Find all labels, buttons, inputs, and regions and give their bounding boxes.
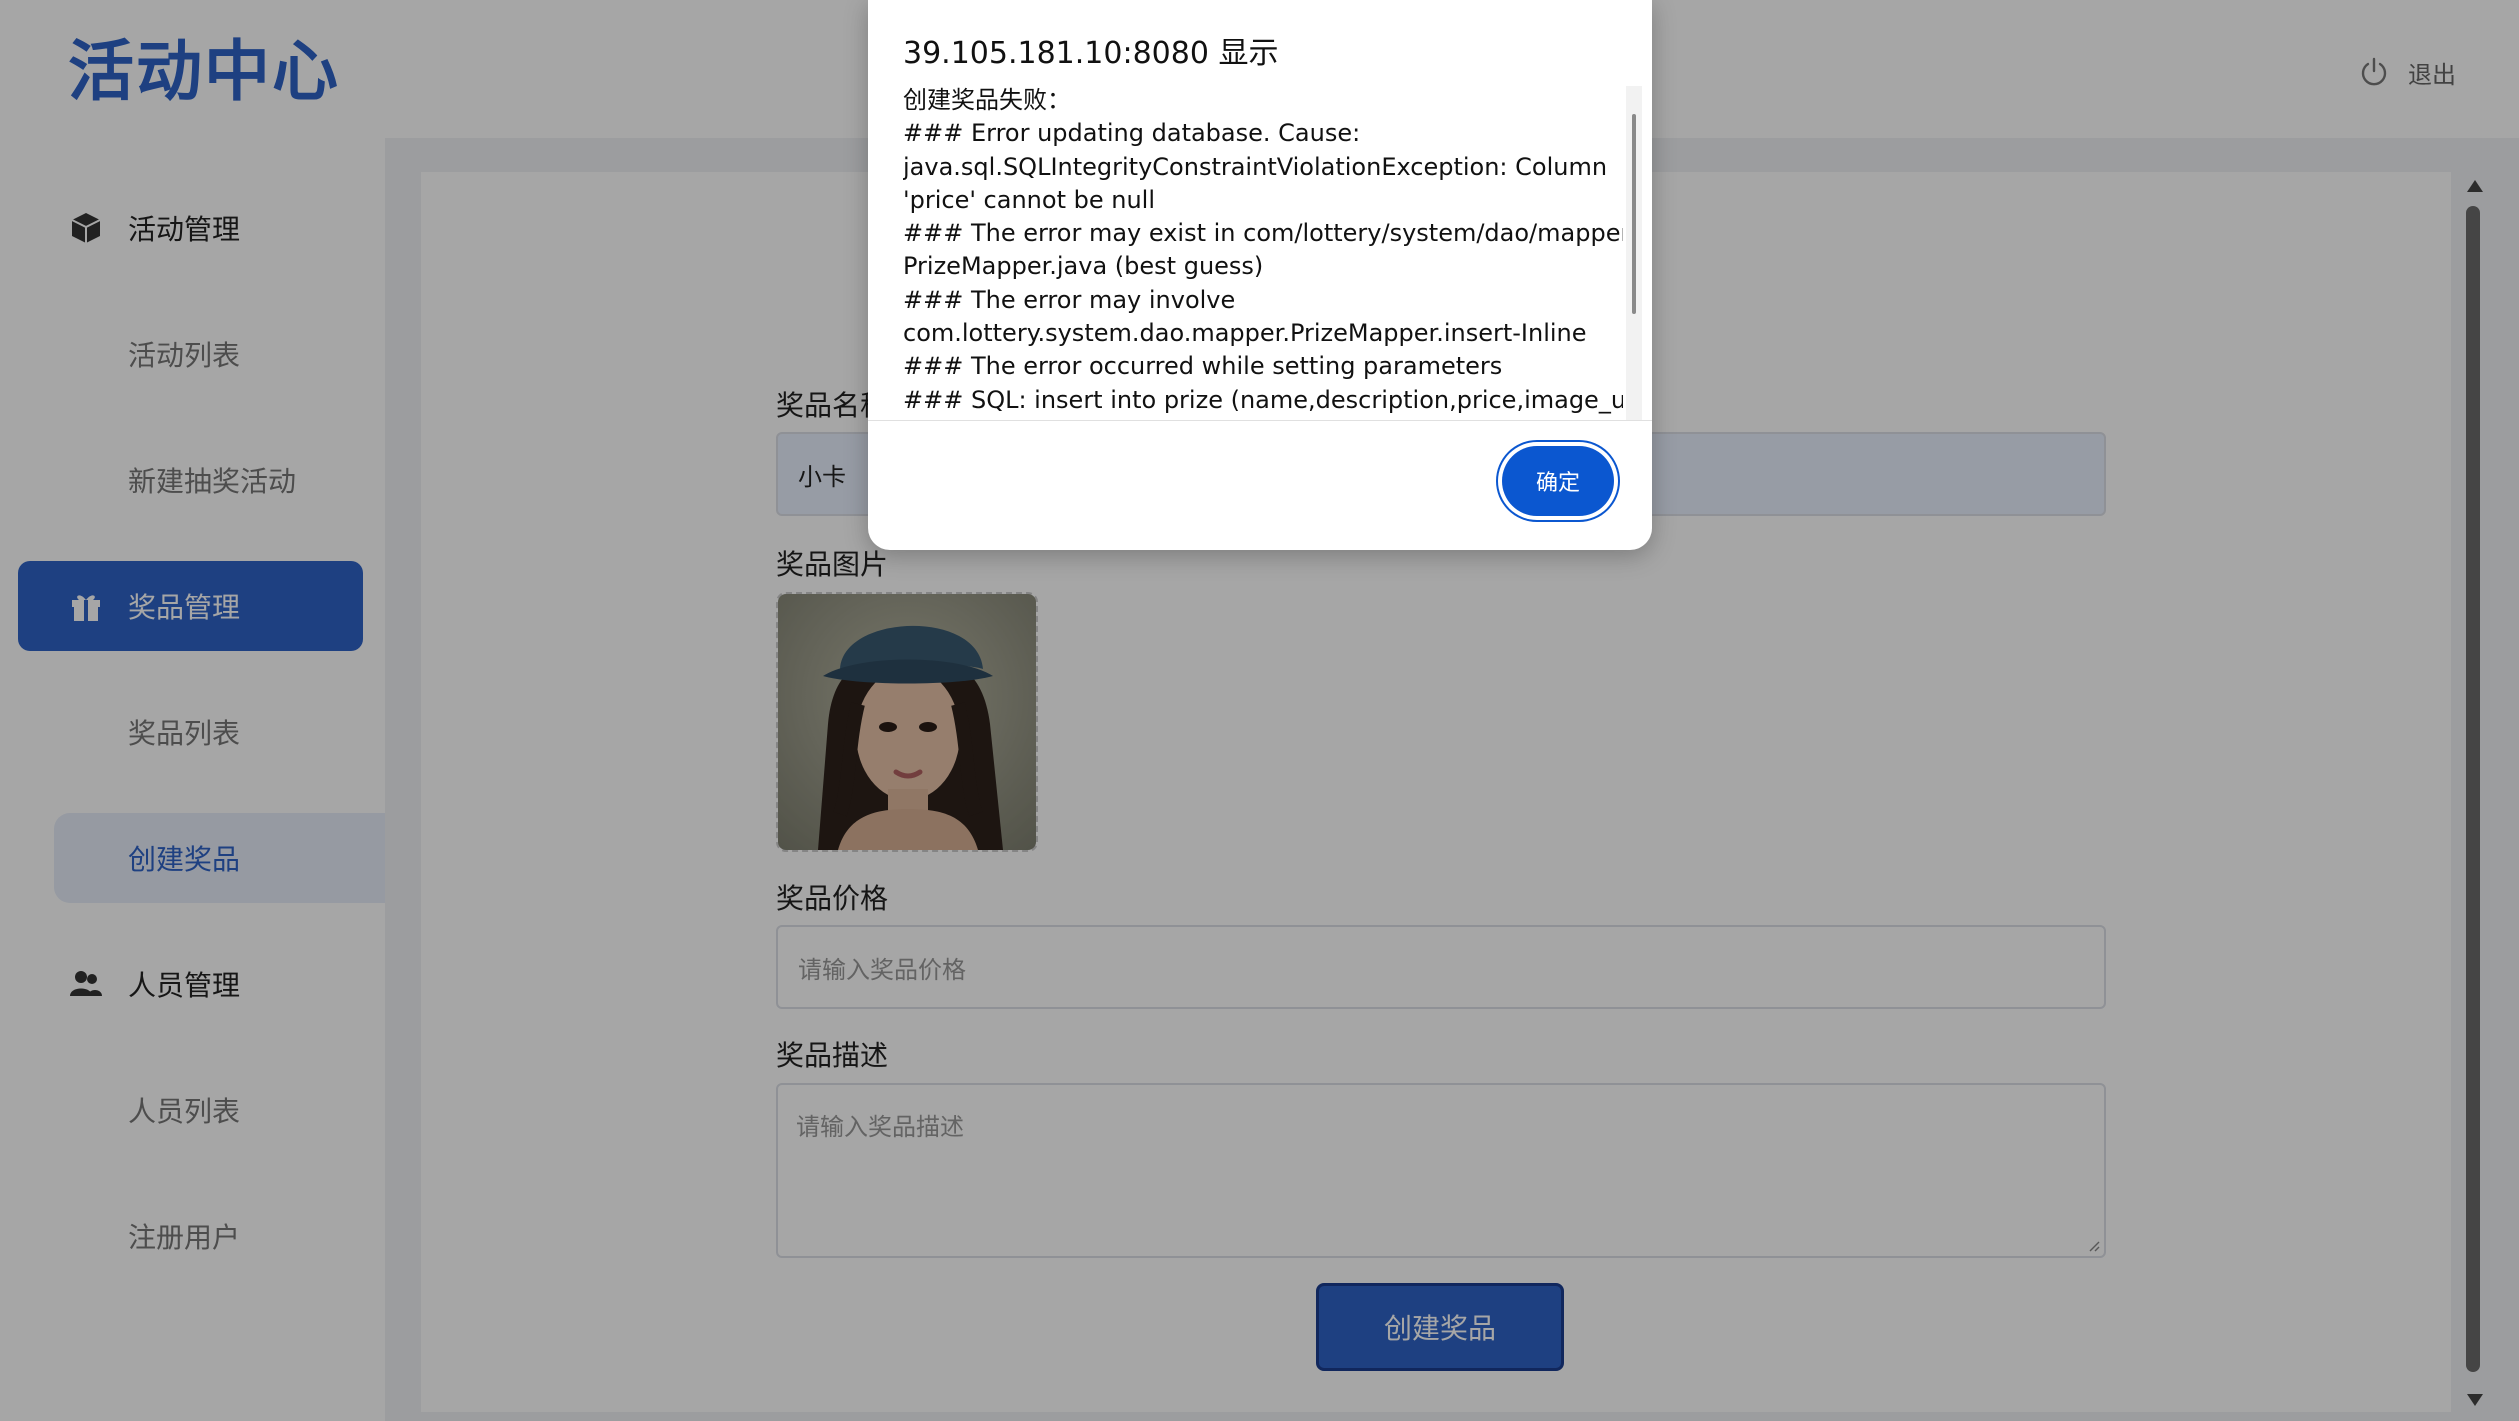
dialog-message-line: com.lottery.system.dao.mapper.PrizeMappe… bbox=[903, 319, 1587, 348]
dialog-scrollbar-thumb[interactable] bbox=[1632, 114, 1636, 314]
dialog-message-line: 'price' cannot be null bbox=[903, 185, 1155, 214]
dialog-message-line: ### SQL: insert into prize (name,descrip… bbox=[903, 385, 1623, 414]
alert-dialog: 39.105.181.10:8080 显示 创建奖品失败： ### Error … bbox=[868, 0, 1652, 550]
dialog-divider bbox=[868, 420, 1652, 421]
dialog-ok-button[interactable]: 确定 bbox=[1502, 446, 1614, 516]
dialog-message-line: ### The error may involve bbox=[903, 285, 1236, 314]
dialog-message-line: ### Error updating database. Cause: bbox=[903, 119, 1361, 148]
dialog-message-line: 创建奖品失败： bbox=[903, 86, 1071, 114]
dialog-message-line: java.sql.SQLIntegrityConstraintViolation… bbox=[903, 152, 1608, 181]
dialog-message-line: PrizeMapper.java (best guess) bbox=[903, 252, 1264, 281]
dialog-title: 39.105.181.10:8080 显示 bbox=[903, 36, 1279, 71]
dialog-message-line: ### The error occurred while setting par… bbox=[903, 352, 1503, 381]
dialog-message: 创建奖品失败： ### Error updating database. Cau… bbox=[903, 84, 1623, 420]
dialog-message-line: ### The error may exist in com/lottery/s… bbox=[903, 219, 1623, 248]
